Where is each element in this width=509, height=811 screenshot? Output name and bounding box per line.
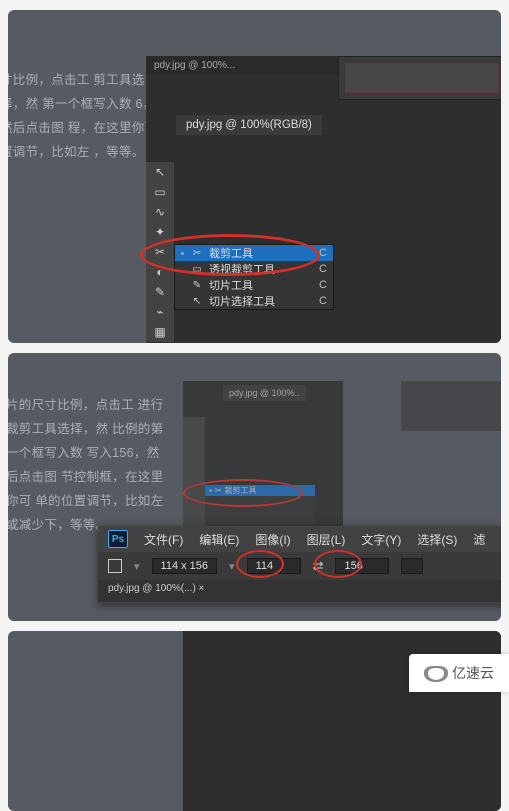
flyout-label: 切片选择工具: [209, 293, 275, 309]
photoshop-screenshot-2-mini: pdy.jpg @ 100%.. ▪✂ 裁剪工具: [183, 381, 343, 541]
menu-select[interactable]: 选择(S): [417, 531, 457, 548]
menu-edit[interactable]: 编辑(E): [199, 531, 239, 548]
marquee-tool-icon[interactable]: ▭: [146, 182, 174, 202]
flyout-label: 透视裁剪工具: [209, 261, 275, 277]
slice-select-icon: ↖: [191, 296, 203, 307]
slice-icon: ✎: [191, 280, 203, 291]
crop-tool-icon[interactable]: ✂: [146, 242, 174, 262]
canvas-thumb: [338, 56, 501, 100]
mini-tool-palette: [183, 417, 205, 541]
tutorial-card-2: 片的尺寸比例，点击工 进行裁剪工具选择，然 比例的第一个框写入数 写入156，然…: [8, 353, 501, 621]
instruction-text-2: 片的尺寸比例，点击工 进行裁剪工具选择，然 比例的第一个框写入数 写入156，然…: [8, 393, 166, 537]
flyout-item-perspective-crop[interactable]: ▭ 透视裁剪工具 C: [175, 261, 333, 277]
mini-flyout: ▪✂ 裁剪工具: [205, 485, 315, 531]
menu-layer[interactable]: 图层(L): [307, 531, 346, 548]
flyout-item-slice[interactable]: ✎ 切片工具 C: [175, 277, 333, 293]
wand-tool-icon[interactable]: ✦: [146, 222, 174, 242]
crop-resolution-input[interactable]: [401, 558, 423, 574]
tutorial-card-1: 寸比例，点击工 剪工具选择，然 第一个框写入数 6，然后点击图 程，在这里你可 …: [8, 10, 501, 343]
active-dot-icon: ▪: [181, 249, 185, 258]
file-tab-strip: pdy.jpg @ 100%(...) ×: [98, 580, 501, 602]
photoshop-screenshot-1: pdy.jpg @ 100%... pdy.jpg @ 100%(RGB/8) …: [146, 56, 501, 343]
crop-tool-flyout: ▪ ✂ 裁剪工具 C ▭ 透视裁剪工具 C ✎ 切片工具 C ↖ 切片选择工具: [174, 244, 334, 310]
crop-icon: ✂: [191, 248, 203, 259]
stamp-tool-icon[interactable]: ⌁: [146, 302, 174, 322]
brand-cloud-icon: [424, 664, 448, 682]
main-menu-row: Ps 文件(F) 编辑(E) 图像(I) 图层(L) 文字(Y) 选择(S) 滤: [98, 526, 501, 552]
menu-type[interactable]: 文字(Y): [361, 531, 401, 548]
crop-icon[interactable]: [108, 559, 122, 573]
crop-options-bar: ▾ 114 x 156 ▾ 114 ⇄ 156: [98, 552, 501, 580]
crop-width-input[interactable]: 114: [247, 558, 301, 574]
menu-filter[interactable]: 滤: [473, 531, 485, 548]
eyedropper-tool-icon[interactable]: ◐: [146, 262, 174, 282]
flyout-shortcut: C: [319, 279, 327, 291]
flyout-shortcut: C: [319, 295, 327, 307]
site-brand-badge[interactable]: 亿速云: [409, 654, 509, 692]
ps-logo-icon: Ps: [108, 530, 128, 548]
mini-flyout-crop: ▪✂ 裁剪工具: [205, 485, 315, 496]
flyout-shortcut: C: [319, 247, 327, 259]
lasso-tool-icon[interactable]: ∿: [146, 202, 174, 222]
flyout-item-slice-select[interactable]: ↖ 切片选择工具 C: [175, 293, 333, 309]
tool-palette: ↖ ▭ ∿ ✦ ✂ ◐ ✎ ⌁ ▦: [146, 162, 174, 342]
brand-text: 亿速云: [452, 663, 494, 683]
file-tab[interactable]: pdy.jpg @ 100%(...) ×: [108, 583, 204, 594]
flyout-label: 裁剪工具: [209, 245, 253, 261]
perspective-crop-icon: ▭: [191, 264, 203, 275]
menu-image[interactable]: 图像(I): [255, 531, 290, 548]
instruction-text-1: 寸比例，点击工 剪工具选择，然 第一个框写入数 6，然后点击图 程，在这里你可 …: [8, 68, 160, 164]
menu-file[interactable]: 文件(F): [144, 531, 183, 548]
move-tool-icon[interactable]: ↖: [146, 162, 174, 182]
mini-document-tab: pdy.jpg @ 100%..: [223, 385, 306, 401]
flyout-item-crop[interactable]: ▪ ✂ 裁剪工具 C: [175, 245, 333, 261]
photoshop-screenshot-2b: [401, 381, 501, 431]
crop-ratio-preset[interactable]: 114 x 156: [152, 558, 218, 574]
gradient-tool-icon[interactable]: ▦: [146, 322, 174, 342]
brush-tool-icon[interactable]: ✎: [146, 282, 174, 302]
swap-icon[interactable]: ⇄: [313, 558, 324, 574]
crop-height-input[interactable]: 156: [335, 558, 389, 574]
flyout-shortcut: C: [319, 263, 327, 275]
photoshop-menubar-strip: Ps 文件(F) 编辑(E) 图像(I) 图层(L) 文字(Y) 选择(S) 滤…: [98, 526, 501, 604]
flyout-label: 切片工具: [209, 277, 253, 293]
document-tab[interactable]: pdy.jpg @ 100%(RGB/8): [176, 115, 322, 135]
